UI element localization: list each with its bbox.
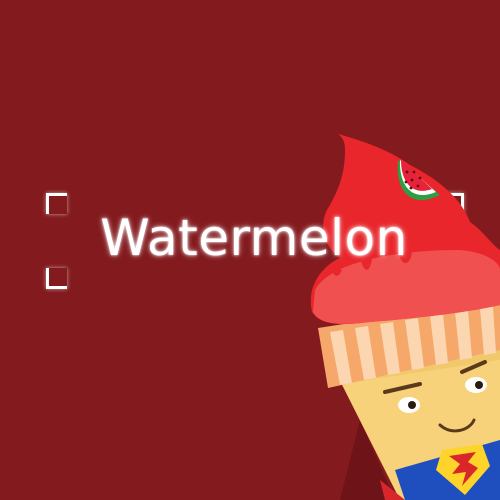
poster-canvas: Watermelon — [0, 0, 500, 500]
flavor-title: Watermelon — [100, 209, 408, 267]
